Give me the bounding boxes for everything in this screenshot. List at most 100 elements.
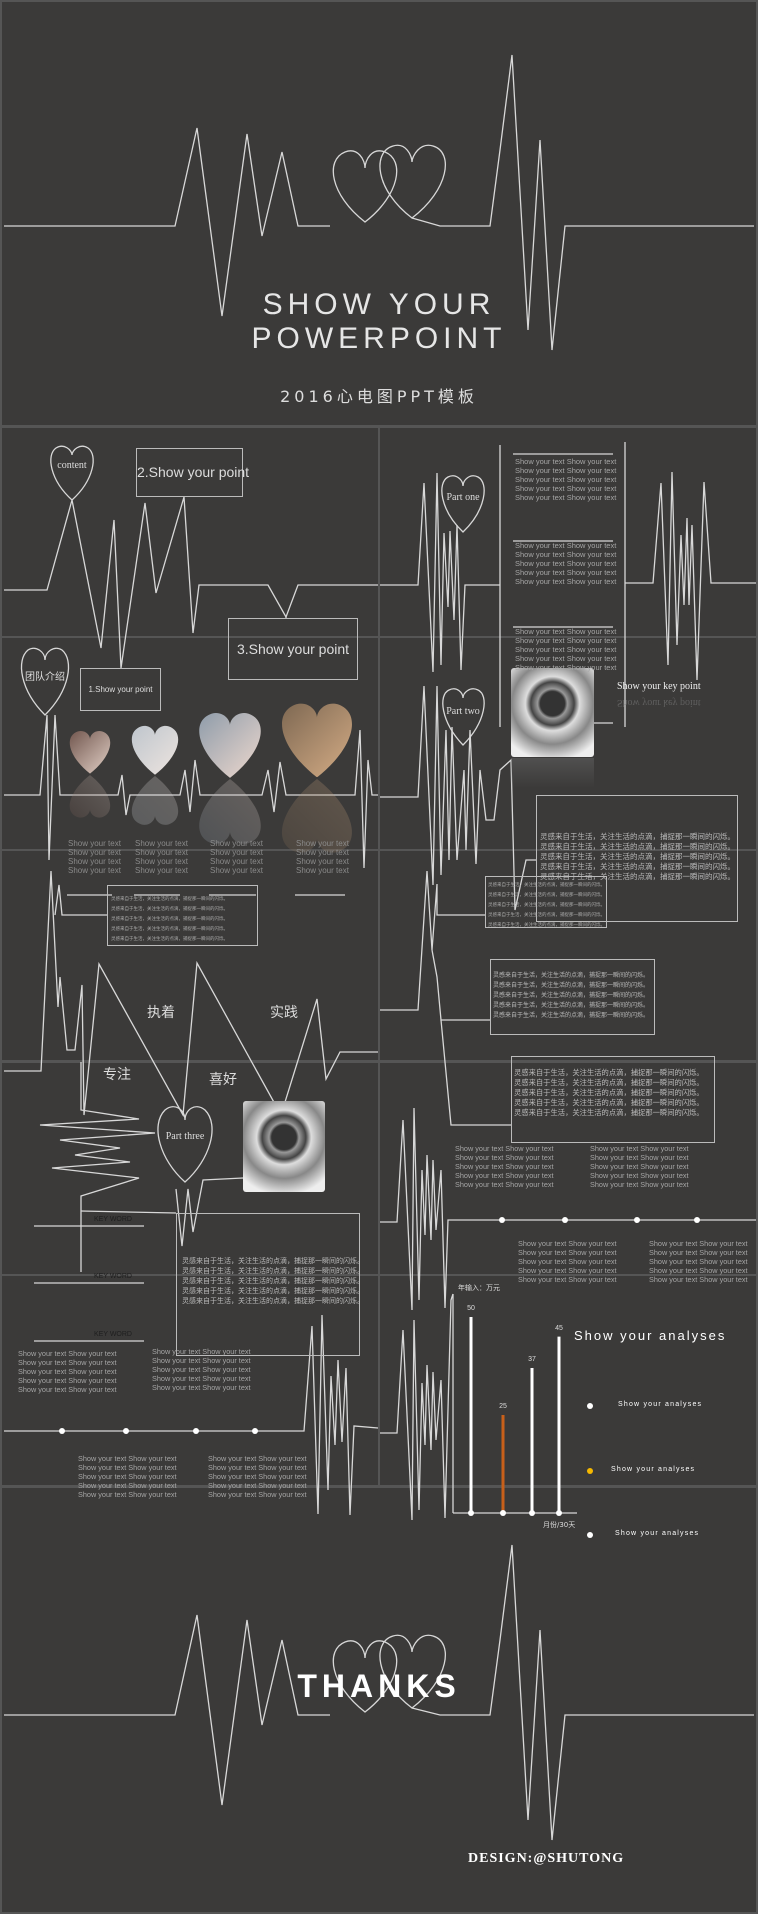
text-line: Show your text Show your text bbox=[78, 1490, 177, 1499]
timeline-dot bbox=[123, 1428, 129, 1434]
point-3-box: 3.Show your point bbox=[228, 618, 358, 680]
text-line: 灵感来自于生活，关注生活的点滴，捕捉那一瞬间的闪烁。 bbox=[488, 913, 605, 918]
text-line: Show your text Show your text bbox=[515, 541, 617, 550]
heart-icon bbox=[50, 445, 94, 501]
text-line: Show your text Show your text bbox=[515, 654, 617, 663]
text-line: 灵感来自于生活，关注生活的点滴，捕捉那一瞬间的闪烁。 bbox=[514, 1068, 704, 1077]
text-line: Show your text Show your text bbox=[515, 577, 617, 586]
chart-bar-dot bbox=[529, 1510, 535, 1516]
text-line: Show your text Show your text bbox=[18, 1385, 117, 1394]
heart-icon bbox=[441, 475, 485, 533]
design-credit: DESIGN:@SHUTONG bbox=[468, 1851, 625, 1866]
text-line: 灵感来自于生活，关注生活的点滴，捕捉那一瞬间的闪烁。 bbox=[514, 1088, 704, 1097]
chart-ylabel: 年输入：万元 bbox=[458, 1284, 500, 1292]
heart-icon bbox=[157, 1106, 213, 1183]
chart-data-label: 25 bbox=[499, 1403, 507, 1410]
text-line: 灵感来自于生活，关注生活的点滴，捕捉那一瞬间的闪烁。 bbox=[111, 917, 228, 922]
timeline-dot bbox=[634, 1217, 640, 1223]
text-line: Show your text Show your text bbox=[515, 493, 617, 502]
text-line: 灵感来自于生活，关注生活的点滴，捕捉那一瞬间的闪烁。 bbox=[488, 883, 605, 888]
text-line: Show your text bbox=[135, 839, 188, 848]
text-line: 灵感来自于生活，关注生活的点滴，捕捉那一瞬间的闪烁。 bbox=[182, 1297, 364, 1305]
text-line: 灵感来自于生活，关注生活的点滴，捕捉那一瞬间的闪烁。 bbox=[540, 842, 735, 851]
trait-word: 执着 bbox=[147, 1005, 175, 1021]
text-line: 灵感来自于生活，关注生活的点滴，捕捉那一瞬间的闪烁。 bbox=[111, 897, 228, 902]
heart-label-content: content bbox=[57, 460, 87, 471]
text-line: Show your text Show your text bbox=[515, 484, 617, 493]
text-line: Show your text bbox=[135, 848, 188, 857]
text-line: 灵感来自于生活，关注生活的点滴，捕捉那一瞬间的闪烁。 bbox=[182, 1267, 364, 1275]
legend-label: Show your analyses bbox=[615, 1530, 700, 1537]
heart-label-part-two: Part two bbox=[446, 706, 480, 717]
heart-label-team: 团队介绍 bbox=[25, 672, 65, 683]
text-line: 灵感来自于生活，关注生活的点滴，捕捉那一瞬间的闪烁。 bbox=[493, 982, 650, 989]
heart-label-part-one: Part one bbox=[446, 492, 480, 503]
text-line: 灵感来自于生活，关注生活的点滴，捕捉那一瞬间的闪烁。 bbox=[514, 1078, 704, 1087]
timeline-dot bbox=[499, 1217, 505, 1223]
text-line: Show your text bbox=[68, 857, 121, 866]
text-line: Show your text Show your text bbox=[515, 475, 617, 484]
text-line: Show your text bbox=[135, 866, 188, 875]
keyword-label: KEY WORD bbox=[94, 1273, 132, 1280]
chart-data-label: 37 bbox=[528, 1355, 536, 1363]
text-line: Show your text bbox=[68, 848, 121, 857]
text-line: 灵感来自于生活，关注生活的点滴，捕捉那一瞬间的闪烁。 bbox=[111, 927, 228, 932]
text-line: 灵感来自于生活，关注生活的点滴，捕捉那一瞬间的闪烁。 bbox=[514, 1108, 704, 1117]
text-line: Show your text Show your text bbox=[515, 636, 617, 645]
chart-data-label: 50 bbox=[467, 1305, 475, 1312]
point-2-box: 2.Show your point bbox=[136, 448, 249, 497]
legend-dot bbox=[587, 1468, 593, 1474]
text-line: Show your text Show your text bbox=[518, 1275, 617, 1284]
timeline-dot bbox=[193, 1428, 199, 1434]
chart-bar-dot bbox=[556, 1510, 562, 1516]
legend-label: Show your analyses bbox=[618, 1401, 703, 1408]
text-line: 灵感来自于生活，关注生活的点滴，捕捉那一瞬间的闪烁。 bbox=[488, 893, 605, 898]
text-line: 灵感来自于生活，关注生活的点滴，捕捉那一瞬间的闪烁。 bbox=[111, 937, 228, 942]
text-line: Show your text Show your text bbox=[455, 1180, 554, 1189]
text-line: Show your text Show your text bbox=[515, 457, 617, 466]
heart-icon bbox=[332, 150, 398, 223]
text-line: Show your text bbox=[68, 839, 121, 848]
text-line: Show your text bbox=[68, 866, 121, 875]
text-line: 灵感来自于生活，关注生活的点滴，捕捉那一瞬间的闪烁。 bbox=[540, 832, 735, 841]
text-line: Show your text Show your text bbox=[152, 1383, 251, 1392]
legend-label: Show your analyses bbox=[611, 1466, 696, 1473]
coffee-photo bbox=[511, 668, 594, 757]
text-line: 灵感来自于生活，关注生活的点滴，捕捉那一瞬间的闪烁。 bbox=[540, 852, 735, 861]
text-line: 灵感来自于生活，关注生活的点滴，捕捉那一瞬间的闪烁。 bbox=[182, 1287, 364, 1295]
timeline-dot bbox=[252, 1428, 258, 1434]
cover-subtitle: 2016心电图PPT模板 bbox=[280, 387, 478, 406]
text-line: Show your text Show your text bbox=[515, 645, 617, 654]
text-line: 灵感来自于生活，关注生活的点滴，捕捉那一瞬间的闪烁。 bbox=[493, 972, 650, 979]
text-line: Show your text Show your text bbox=[515, 559, 617, 568]
cover-title-line2: POWERPOINT bbox=[251, 322, 507, 355]
trait-word: 实践 bbox=[270, 1005, 298, 1021]
text-line: 灵感来自于生活，关注生活的点滴，捕捉那一瞬间的闪烁。 bbox=[540, 862, 735, 871]
text-line: 灵感来自于生活，关注生活的点滴，捕捉那一瞬间的闪烁。 bbox=[493, 992, 650, 999]
chart-bar-dot bbox=[500, 1510, 506, 1516]
text-line: Show your text bbox=[210, 857, 263, 866]
chart-xlabel: 月份/30天 bbox=[543, 1521, 576, 1529]
timeline-dot bbox=[562, 1217, 568, 1223]
text-line: Show your text Show your text bbox=[590, 1180, 689, 1189]
text-line: 灵感来自于生活，关注生活的点滴，捕捉那一瞬间的闪烁。 bbox=[488, 903, 605, 908]
heart-icon bbox=[379, 144, 446, 219]
analyses-title: Show your analyses bbox=[574, 1328, 727, 1343]
chart-data-label: 45 bbox=[555, 1324, 563, 1332]
text-line: Show your text Show your text bbox=[515, 663, 617, 672]
text-line: Show your text Show your text bbox=[208, 1490, 307, 1499]
legend-dot bbox=[587, 1403, 593, 1409]
timeline-dot bbox=[694, 1217, 700, 1223]
text-line: Show your text bbox=[296, 839, 349, 848]
point-1-box: 1.Show your point bbox=[80, 668, 161, 711]
text-line: 灵感来自于生活，关注生活的点滴，捕捉那一瞬间的闪烁。 bbox=[540, 872, 735, 881]
key-point-reflection: Show your key point bbox=[617, 697, 701, 708]
text-line: 灵感来自于生活，关注生活的点滴，捕捉那一瞬间的闪烁。 bbox=[488, 923, 605, 928]
keyword-label: KEY WORD bbox=[94, 1216, 132, 1223]
text-line: 灵感来自于生活，关注生活的点滴，捕捉那一瞬间的闪烁。 bbox=[514, 1098, 704, 1107]
legend-dot bbox=[587, 1532, 593, 1538]
timeline-dot bbox=[59, 1428, 65, 1434]
text-line: 灵感来自于生活，关注生活的点滴，捕捉那一瞬间的闪烁。 bbox=[493, 1002, 650, 1009]
key-point-title: Show your key point bbox=[617, 681, 701, 692]
text-line: Show your text Show your text bbox=[515, 466, 617, 475]
